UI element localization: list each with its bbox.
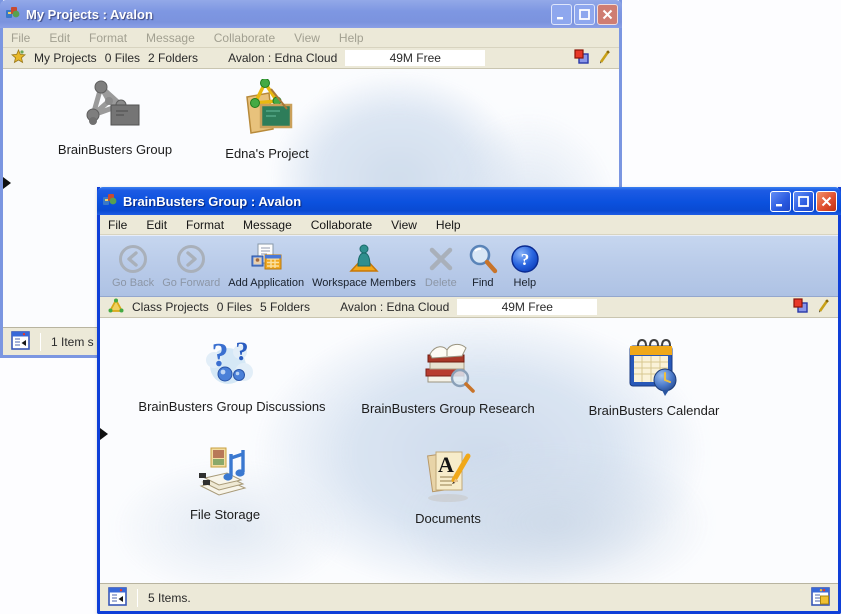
status-separator bbox=[40, 333, 41, 351]
go-forward-button[interactable]: Go Forward bbox=[158, 240, 224, 289]
app-icon bbox=[102, 191, 118, 212]
workspace-item-label: BrainBusters Group Discussions bbox=[138, 399, 325, 414]
titlebar-brainbusters-group[interactable]: BrainBusters Group : Avalon bbox=[97, 187, 841, 215]
layout-icon[interactable] bbox=[811, 587, 830, 609]
menu-message[interactable]: Message bbox=[146, 31, 195, 45]
workspace-members-icon bbox=[347, 242, 381, 276]
app-icon bbox=[5, 4, 21, 25]
menu-edit[interactable]: Edit bbox=[49, 31, 70, 45]
workspace-class-projects: ? ? BrainBusters Group Discussions bbox=[100, 318, 838, 583]
menu-help[interactable]: Help bbox=[339, 31, 364, 45]
pencil-icon[interactable] bbox=[817, 298, 830, 316]
triangle-network-icon bbox=[108, 298, 124, 316]
workspace-item-label: BrainBusters Group Research bbox=[361, 401, 534, 416]
infobar-class-projects: Class Projects 0 Files 5 Folders Avalon … bbox=[100, 297, 838, 318]
documents-icon: A bbox=[416, 444, 480, 508]
titlebar-my-projects[interactable]: My Projects : Avalon bbox=[0, 0, 622, 28]
toolbar: Go Back Go Forward Add Application bbox=[100, 235, 838, 297]
panel-toggle-icon[interactable] bbox=[11, 331, 30, 353]
infobar-my-projects: My Projects 0 Files 2 Folders Avalon : E… bbox=[3, 48, 619, 69]
menu-view[interactable]: View bbox=[294, 31, 320, 45]
free-space-indicator: 49M Free bbox=[345, 50, 485, 66]
expander-arrow-icon bbox=[100, 428, 108, 440]
star-icon bbox=[11, 49, 26, 67]
files-count: 0 Files bbox=[217, 300, 252, 314]
menu-format[interactable]: Format bbox=[89, 31, 127, 45]
close-button[interactable] bbox=[597, 4, 618, 25]
delete-icon bbox=[424, 242, 458, 276]
status-text: 1 Item s bbox=[51, 335, 94, 349]
menubar-brainbusters: File Edit Format Message Collaborate Vie… bbox=[100, 215, 838, 235]
minimize-button[interactable] bbox=[770, 191, 791, 212]
workspace-item-label: Documents bbox=[415, 511, 481, 526]
file-storage-icon bbox=[193, 440, 257, 504]
status-text: 5 Items. bbox=[148, 591, 191, 605]
help-button[interactable]: ? Help bbox=[504, 240, 546, 289]
statusbar-brainbusters: 5 Items. bbox=[100, 583, 838, 611]
workspace-item-label: File Storage bbox=[190, 507, 260, 522]
find-button[interactable]: Find bbox=[462, 240, 504, 289]
go-forward-icon bbox=[174, 242, 208, 276]
svg-text:?: ? bbox=[521, 250, 530, 269]
menu-file[interactable]: File bbox=[11, 31, 30, 45]
location-label: My Projects bbox=[34, 51, 97, 65]
menu-format[interactable]: Format bbox=[186, 218, 224, 232]
expander-arrow-icon bbox=[3, 177, 11, 189]
add-application-button[interactable]: Add Application bbox=[224, 240, 308, 289]
menubar-my-projects: File Edit Format Message Collaborate Vie… bbox=[3, 28, 619, 48]
calendar-icon bbox=[622, 336, 686, 400]
workspace-item-label: Edna's Project bbox=[225, 146, 308, 161]
workspace-item-label: BrainBusters Calendar bbox=[589, 403, 720, 418]
cloud-label: Avalon : Edna Cloud bbox=[228, 51, 337, 65]
menu-collaborate[interactable]: Collaborate bbox=[214, 31, 275, 45]
minimize-button[interactable] bbox=[551, 4, 572, 25]
panel-expander[interactable] bbox=[3, 175, 12, 191]
delete-button[interactable]: Delete bbox=[420, 240, 462, 289]
workspace-item-research[interactable]: BrainBusters Group Research bbox=[328, 334, 568, 416]
maximize-button[interactable] bbox=[574, 4, 595, 25]
layers-icon[interactable] bbox=[793, 298, 809, 316]
pencil-icon[interactable] bbox=[598, 49, 611, 67]
status-separator bbox=[137, 589, 138, 607]
workspace-members-button[interactable]: Workspace Members bbox=[308, 240, 420, 289]
menu-collaborate[interactable]: Collaborate bbox=[311, 218, 372, 232]
location-label: Class Projects bbox=[132, 300, 209, 314]
folders-count: 5 Folders bbox=[260, 300, 310, 314]
research-icon bbox=[416, 334, 480, 398]
svg-text:?: ? bbox=[236, 337, 249, 366]
maximize-button[interactable] bbox=[793, 191, 814, 212]
workspace-item-calendar[interactable]: BrainBusters Calendar bbox=[534, 336, 774, 418]
add-application-icon bbox=[249, 242, 283, 276]
window-title: My Projects : Avalon bbox=[26, 7, 546, 22]
cloud-label: Avalon : Edna Cloud bbox=[340, 300, 449, 314]
window-brainbusters-group: BrainBusters Group : Avalon File Edit Fo… bbox=[97, 187, 841, 614]
svg-text:A: A bbox=[438, 452, 454, 477]
go-back-icon bbox=[116, 242, 150, 276]
menu-help[interactable]: Help bbox=[436, 218, 461, 232]
workspace-item-ednas-project[interactable]: Edna's Project bbox=[147, 79, 387, 161]
go-back-button[interactable]: Go Back bbox=[108, 240, 158, 289]
panel-toggle-icon[interactable] bbox=[108, 587, 127, 609]
close-button[interactable] bbox=[816, 191, 837, 212]
menu-edit[interactable]: Edit bbox=[146, 218, 167, 232]
group-network-icon bbox=[83, 75, 147, 139]
window-title: BrainBusters Group : Avalon bbox=[123, 194, 765, 209]
menu-view[interactable]: View bbox=[391, 218, 417, 232]
find-icon bbox=[466, 242, 500, 276]
help-icon: ? bbox=[508, 242, 542, 276]
discussions-icon: ? ? bbox=[200, 332, 264, 396]
workspace-item-documents[interactable]: A Documents bbox=[328, 444, 568, 526]
menu-message[interactable]: Message bbox=[243, 218, 292, 232]
free-space-indicator: 49M Free bbox=[457, 299, 597, 315]
folders-count: 2 Folders bbox=[148, 51, 198, 65]
menu-file[interactable]: File bbox=[108, 218, 127, 232]
workspace-item-discussions[interactable]: ? ? BrainBusters Group Discussions bbox=[112, 332, 352, 414]
project-icon bbox=[235, 79, 299, 143]
layers-icon[interactable] bbox=[574, 49, 590, 67]
files-count: 0 Files bbox=[105, 51, 140, 65]
workspace-item-file-storage[interactable]: File Storage bbox=[105, 440, 345, 522]
